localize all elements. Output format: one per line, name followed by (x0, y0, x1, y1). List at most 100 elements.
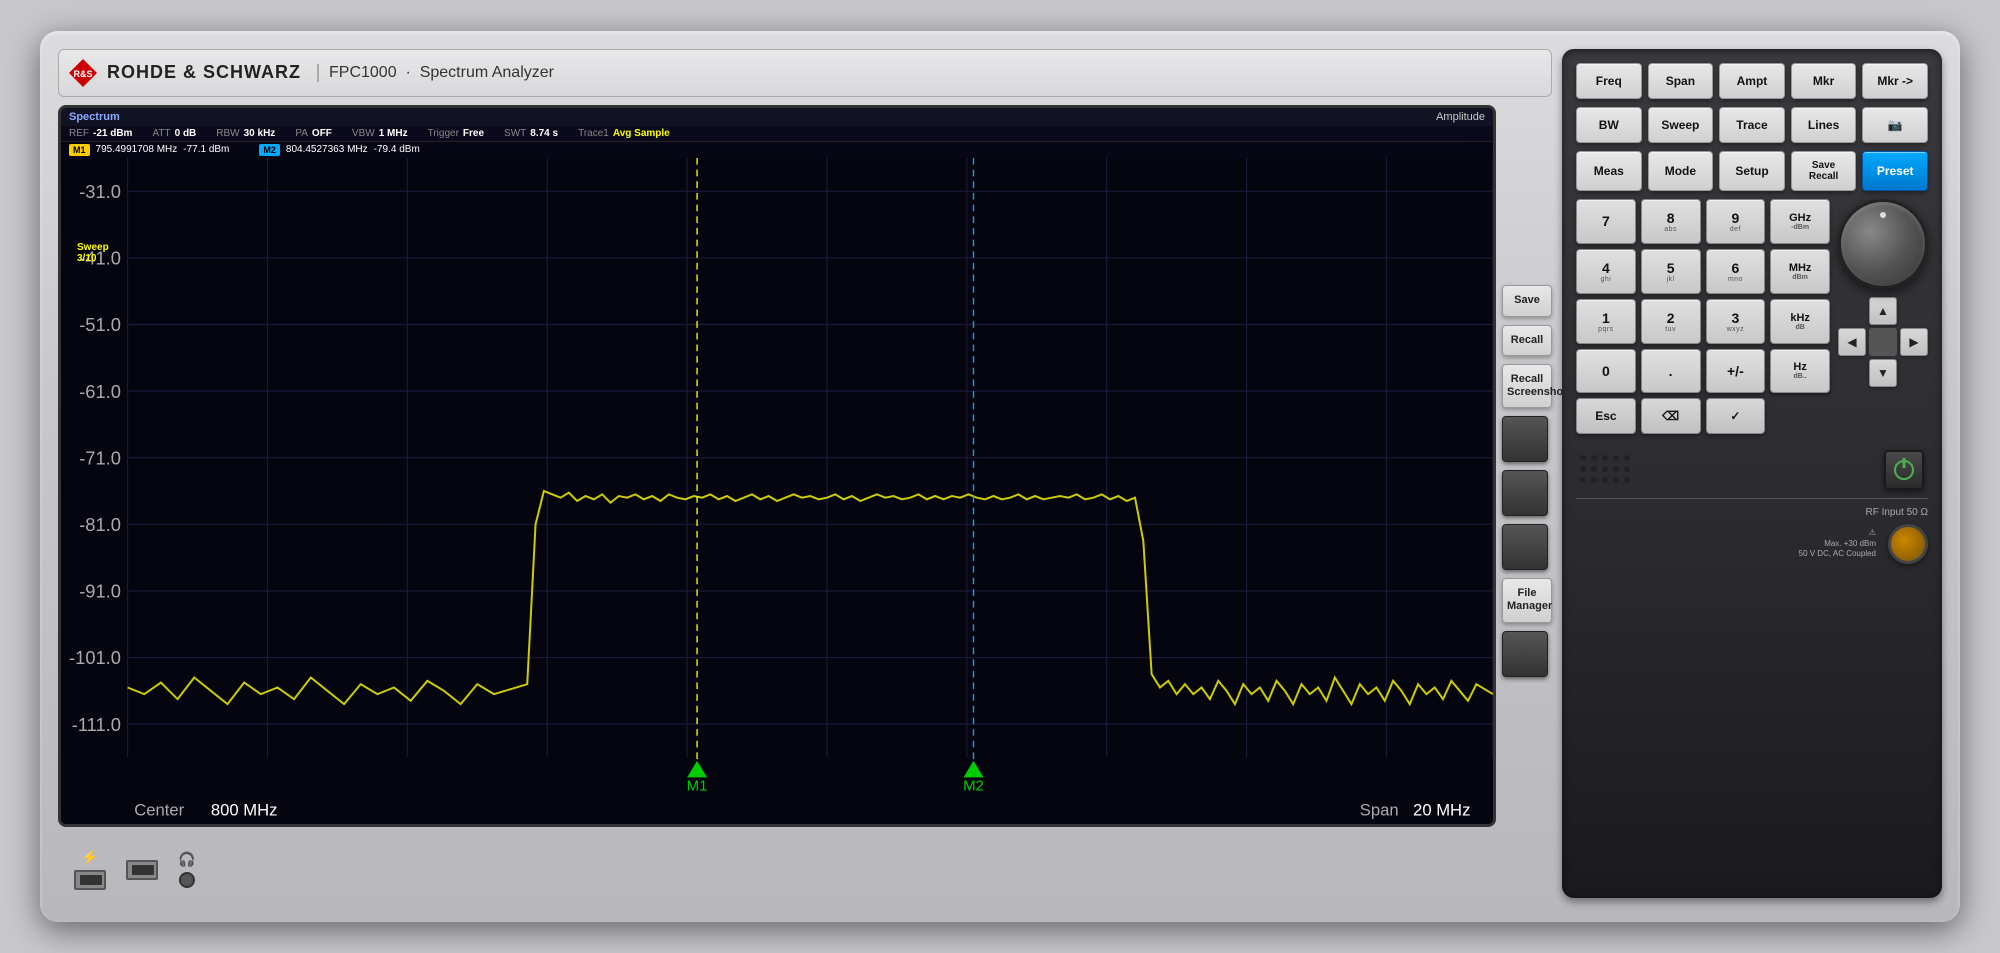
arrow-down-button[interactable]: ▼ (1869, 359, 1897, 387)
key-ghz[interactable]: GHz -dBm (1770, 199, 1830, 244)
key-9[interactable]: 9 def (1706, 199, 1766, 244)
svg-text:-91.0: -91.0 (79, 581, 121, 602)
lines-button[interactable]: Lines (1791, 107, 1857, 143)
span-button[interactable]: Span (1648, 63, 1714, 99)
mkr-button[interactable]: Mkr (1791, 63, 1857, 99)
svg-text:Span: Span (1360, 801, 1399, 820)
rf-input-label: RF Input 50 Ω (1865, 507, 1928, 518)
arrow-right-button[interactable]: ▶ (1900, 328, 1928, 356)
screen-side-buttons: Save Recall RecallScreenshot FileManager (1502, 105, 1552, 827)
pa-param: PA OFF (295, 128, 332, 139)
usb-icon-2 (126, 860, 158, 880)
svg-text:-51.0: -51.0 (79, 314, 121, 335)
sweep-info: Sweep 3/10 (77, 242, 109, 264)
freq-button[interactable]: Freq (1576, 63, 1642, 99)
trace-button[interactable]: Trace (1719, 107, 1785, 143)
display-params: REF -21 dBm ATT 0 dB RBW 30 kHz PA OFF (61, 126, 1493, 142)
headphone-port (179, 872, 195, 888)
rotary-knob[interactable] (1838, 199, 1928, 289)
save-button[interactable]: Save (1502, 285, 1552, 316)
svg-text:20 MHz: 20 MHz (1413, 801, 1470, 820)
power-indicator (1894, 460, 1914, 480)
svg-text:R&S: R&S (73, 69, 92, 79)
dark-button-2[interactable] (1502, 470, 1548, 516)
key-8[interactable]: 8 abs (1641, 199, 1701, 244)
func-row-1: Freq Span Ampt Mkr Mkr -> (1576, 63, 1928, 99)
key-hz[interactable]: Hz dB.. (1770, 349, 1830, 393)
marker1-value: -77.1 dBm (183, 144, 229, 155)
svg-text:-111.0: -111.0 (72, 714, 121, 735)
key-plusminus[interactable]: +/- (1706, 349, 1766, 393)
esc-button[interactable]: Esc (1576, 398, 1636, 434)
key-mhz[interactable]: MHz dBm (1770, 249, 1830, 294)
key-khz[interactable]: kHz dB (1770, 299, 1830, 344)
meas-button[interactable]: Meas (1576, 151, 1642, 191)
att-param: ATT 0 dB (152, 128, 196, 139)
key-4[interactable]: 4 ghi (1576, 249, 1636, 294)
marker2-info: M2 804.4527363 MHz -79.4 dBm (259, 144, 419, 156)
camera-icon: 📷 (1888, 118, 1903, 132)
key-5[interactable]: 5 jkl (1641, 249, 1701, 294)
trace-param: Trace1 Avg Sample (578, 128, 670, 139)
marker2-value: -79.4 dBm (374, 144, 420, 155)
power-button[interactable] (1884, 450, 1924, 490)
sweep-button[interactable]: Sweep (1648, 107, 1714, 143)
trigger-param: Trigger Free (428, 128, 484, 139)
confirm-button[interactable]: ✓ (1706, 398, 1766, 434)
ampt-button[interactable]: Ampt (1719, 63, 1785, 99)
marker-bar: M1 795.4991708 MHz -77.1 dBm M2 804.4527… (61, 142, 1493, 158)
key-dot[interactable]: . (1641, 349, 1701, 393)
swt-param: SWT 8.74 s (504, 128, 558, 139)
rs-logo-icon: R&S (67, 57, 99, 89)
mkr-arrow-button[interactable]: Mkr -> (1862, 63, 1928, 99)
key-1[interactable]: 1 pqrs (1576, 299, 1636, 344)
svg-text:M2: M2 (963, 778, 984, 795)
warning-symbol: ⚠ (1869, 528, 1876, 537)
display-title: Spectrum (69, 111, 120, 123)
left-section: R&S ROHDE & SCHWARZ FPC1000 · Spectrum A… (58, 49, 1552, 898)
setup-button[interactable]: Setup (1719, 151, 1785, 191)
display-header: Spectrum Amplitude (61, 108, 1493, 126)
dark-button-3[interactable] (1502, 524, 1548, 570)
backspace-button[interactable]: ⌫ (1641, 398, 1701, 434)
front-bottom-ports: ⚡ 🎧 (58, 841, 1552, 898)
main-display: Spectrum Amplitude REF -21 dBm ATT 0 dB … (58, 105, 1496, 827)
usb-port-2 (126, 860, 158, 880)
brand-name: ROHDE & SCHWARZ (107, 62, 301, 83)
bw-button[interactable]: BW (1576, 107, 1642, 143)
preset-button[interactable]: Preset (1862, 151, 1928, 191)
save-recall-button[interactable]: SaveRecall (1791, 151, 1857, 191)
recall-screenshot-button[interactable]: RecallScreenshot (1502, 364, 1552, 408)
amplitude-label: Amplitude (1436, 111, 1485, 123)
usb-icon-1: ⚡ (74, 849, 106, 890)
key-2[interactable]: 2 tuv (1641, 299, 1701, 344)
mode-button[interactable]: Mode (1648, 151, 1714, 191)
ref-param: REF -21 dBm (69, 128, 132, 139)
marker2-label: M2 (259, 144, 280, 156)
key-7[interactable]: 7 (1576, 199, 1636, 244)
recall-button[interactable]: Recall (1502, 325, 1552, 356)
key-3[interactable]: 3 wxyz (1706, 299, 1766, 344)
swt-value: 8.74 s (530, 128, 558, 139)
svg-text:-31.0: -31.0 (79, 181, 121, 202)
marker1-info: M1 795.4991708 MHz -77.1 dBm (69, 144, 229, 156)
marker1-freq: 795.4991708 MHz (96, 144, 178, 155)
svg-text:Center: Center (134, 801, 184, 820)
svg-text:800 MHz: 800 MHz (211, 801, 278, 820)
usb-port-1 (74, 870, 106, 890)
arrow-up-button[interactable]: ▲ (1869, 297, 1897, 325)
trace-value: Avg Sample (613, 128, 670, 139)
file-manager-button[interactable]: FileManager (1502, 578, 1552, 622)
dark-button-1[interactable] (1502, 416, 1548, 462)
rf-section: RF Input 50 Ω ⚠ Max. +30 dBm50 V DC, AC … (1576, 498, 1928, 564)
numpad-grid: 7 8 abs 9 def GHz -dBm 4 ghi (1576, 199, 1830, 434)
key-0[interactable]: 0 (1576, 349, 1636, 393)
dark-button-4[interactable] (1502, 631, 1548, 677)
screenshot-button[interactable]: 📷 (1862, 107, 1928, 143)
ref-value: -21 dBm (93, 128, 132, 139)
arrow-left-button[interactable]: ◀ (1838, 328, 1866, 356)
func-row-2: BW Sweep Trace Lines 📷 (1576, 107, 1928, 143)
key-6[interactable]: 6 mno (1706, 249, 1766, 294)
svg-text:-61.0: -61.0 (79, 381, 121, 402)
rf-connector (1888, 524, 1928, 564)
